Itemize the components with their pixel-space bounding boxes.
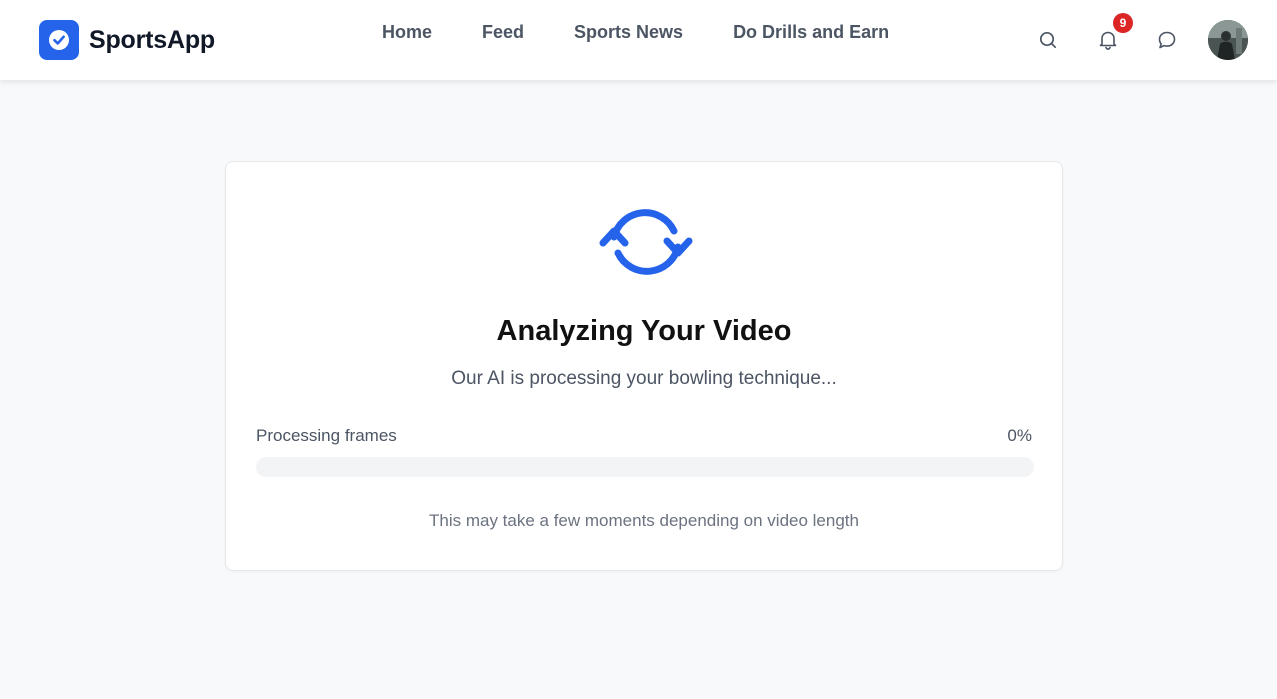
user-avatar[interactable] xyxy=(1208,20,1248,60)
chat-bubble-icon[interactable] xyxy=(1155,28,1179,52)
analysis-card: Analyzing Your Video Our AI is processin… xyxy=(225,161,1063,571)
nav-do-drills-and-earn[interactable]: Do Drills and Earn xyxy=(733,22,889,43)
main-nav: Home Feed Sports News Do Drills and Earn xyxy=(382,22,939,43)
refresh-icon xyxy=(598,207,694,277)
nav-feed[interactable]: Feed xyxy=(482,22,524,43)
bell-icon[interactable] xyxy=(1096,28,1120,52)
notification-count-badge: 9 xyxy=(1113,13,1133,33)
top-navigation-bar: SportsApp Home Feed Sports News Do Drill… xyxy=(0,0,1277,80)
analysis-note: This may take a few moments depending on… xyxy=(429,511,859,530)
nav-sports-news[interactable]: Sports News xyxy=(574,22,683,43)
analysis-subtitle: Our AI is processing your bowling techni… xyxy=(451,368,837,389)
search-icon[interactable] xyxy=(1036,28,1060,52)
progress-percentage: 0% xyxy=(1007,426,1032,445)
brand-name: SportsApp xyxy=(89,25,215,54)
brand[interactable]: SportsApp xyxy=(39,20,215,60)
check-circle-icon xyxy=(39,20,79,60)
analysis-title: Analyzing Your Video xyxy=(496,315,792,347)
progress-label: Processing frames xyxy=(256,426,397,445)
progress-bar xyxy=(256,457,1034,477)
nav-home[interactable]: Home xyxy=(382,22,432,43)
